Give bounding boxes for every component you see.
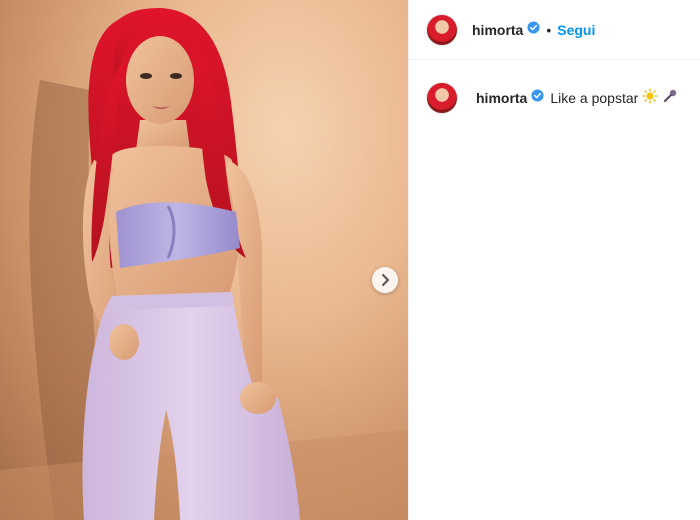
verified-badge-icon <box>527 20 540 39</box>
caption-text: Like a popstar <box>550 90 639 106</box>
header-separator: • <box>546 21 552 38</box>
post-side-panel: himorta • Segui himorta Like a popstar <box>408 0 700 520</box>
post-header: himorta • Segui <box>409 0 700 60</box>
post-media <box>0 0 408 520</box>
sun-emoji-icon <box>642 87 658 109</box>
microphone-emoji-icon <box>662 88 678 109</box>
caption-avatar[interactable] <box>426 82 458 114</box>
post-photo <box>0 8 408 520</box>
caption-row: himorta Like a popstar <box>409 60 700 114</box>
caption-username[interactable]: himorta <box>476 90 527 106</box>
author-avatar[interactable] <box>426 13 458 46</box>
post-dialog: himorta • Segui himorta Like a popstar <box>0 0 700 520</box>
verified-badge-icon <box>531 89 544 107</box>
carousel-next-button[interactable] <box>372 267 398 293</box>
follow-button[interactable]: Segui <box>557 22 595 38</box>
author-username[interactable]: himorta <box>472 22 523 38</box>
chevron-right-icon <box>382 274 389 286</box>
